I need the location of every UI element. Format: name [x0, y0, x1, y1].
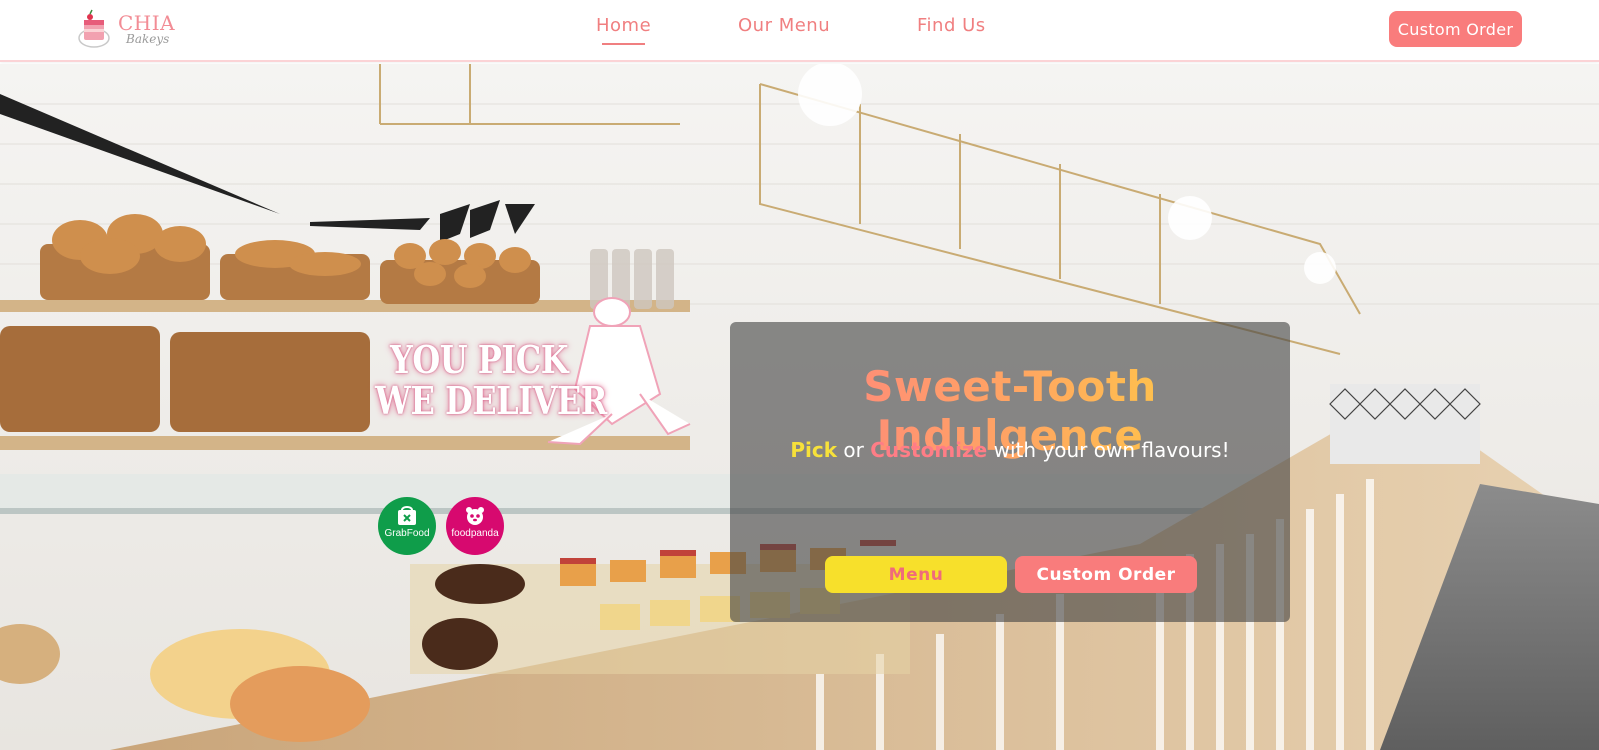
nav-home-link[interactable]: Home	[596, 15, 651, 45]
tagline-or: or	[837, 438, 871, 462]
promo-line-you-pick: YOU PICK	[390, 337, 569, 383]
hero-section: YOU PICK WE DELIVER GrabFood foodpanda S…	[0, 64, 1599, 750]
hero-menu-button[interactable]: Menu	[825, 556, 1007, 593]
cake-logo-icon	[78, 9, 110, 48]
nav-find-us-link[interactable]: Find Us	[917, 15, 986, 36]
grabfood-icon	[398, 506, 416, 525]
hero-tagline: Pick or Customize with your own flavours…	[730, 438, 1290, 462]
nav-our-menu-link[interactable]: Our Menu	[738, 15, 830, 36]
grabfood-badge[interactable]: GrabFood	[378, 497, 436, 555]
navbar: CHIA Bakeys Home Our Menu Find Us Custom…	[0, 0, 1599, 62]
grabfood-label: GrabFood	[384, 528, 430, 539]
brand-tagline: Bakeys	[126, 32, 170, 46]
tagline-rest: with your own flavours!	[987, 438, 1230, 462]
tagline-customize: Customize	[870, 438, 988, 462]
foodpanda-label: foodpanda	[451, 528, 499, 539]
hero-card: Sweet-Tooth Indulgence Pick or Customize…	[730, 322, 1290, 622]
brand-logo[interactable]: CHIA Bakeys	[78, 8, 178, 50]
promo-line-we-deliver: WE DELIVER	[375, 378, 607, 424]
tagline-pick: Pick	[790, 438, 838, 462]
foodpanda-badge[interactable]: foodpanda	[446, 497, 504, 555]
nav-custom-order-button[interactable]: Custom Order	[1389, 11, 1522, 47]
foodpanda-icon	[466, 507, 484, 525]
hero-custom-order-button[interactable]: Custom Order	[1015, 556, 1197, 593]
